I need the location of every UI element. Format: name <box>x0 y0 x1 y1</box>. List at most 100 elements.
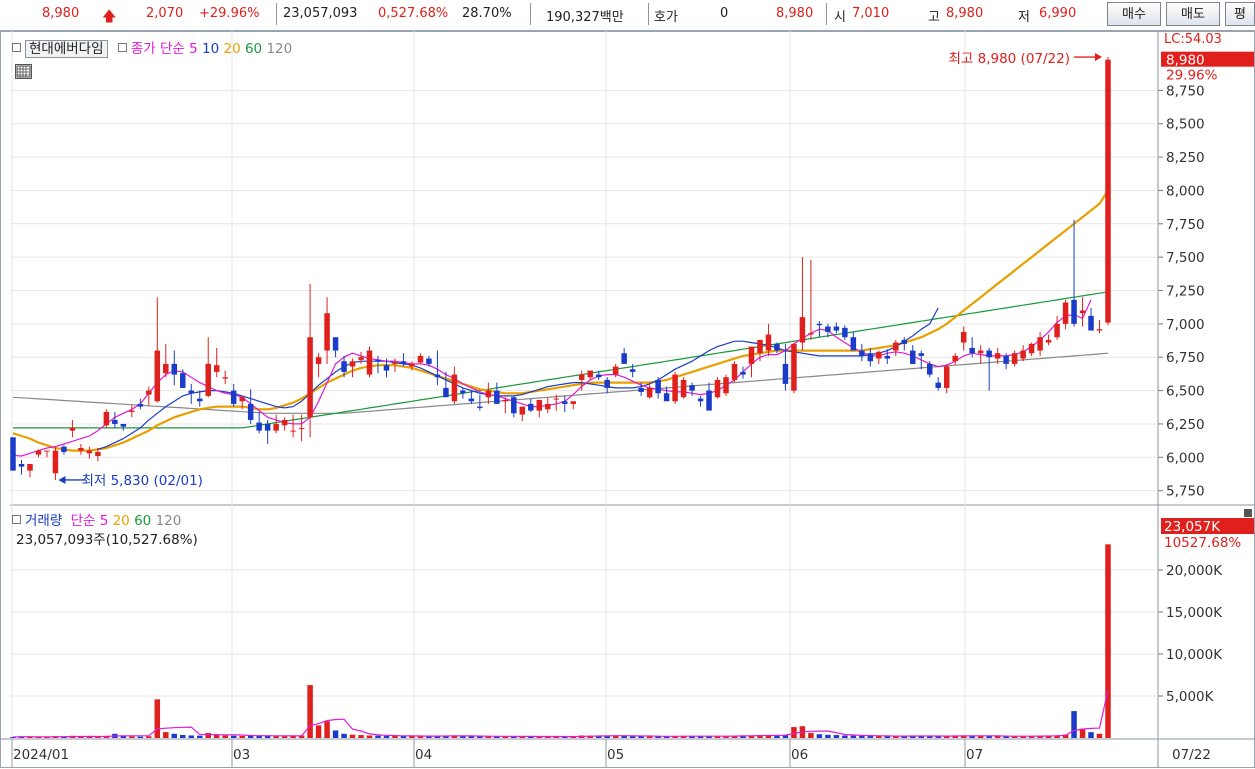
candle-body <box>629 369 636 372</box>
volume-bar <box>816 734 823 738</box>
hoga-value: 0 <box>720 6 729 21</box>
candle-body <box>986 350 992 358</box>
volume-bar <box>332 730 339 738</box>
ma-20: 20 <box>223 41 241 57</box>
volume-bar <box>188 735 195 738</box>
volume-bar <box>196 735 203 738</box>
ma-5: 5 <box>189 41 198 57</box>
price-tick-label: 7,500 <box>1166 250 1205 266</box>
price-tick-label: 7,250 <box>1166 284 1205 300</box>
candle-body <box>774 343 780 351</box>
candle-body <box>791 343 797 391</box>
volume-tick-label: 20,000K <box>1166 563 1223 579</box>
vma-5: 5 <box>99 513 109 529</box>
candle-body <box>69 427 76 431</box>
volume-tick-label: 5,000K <box>1166 689 1215 705</box>
candle-body <box>61 446 67 452</box>
candle-body <box>1020 350 1026 359</box>
candle-body <box>994 353 1001 359</box>
date-label: 03 <box>233 747 250 763</box>
volume-bar <box>1071 711 1077 738</box>
candle-body <box>757 339 763 354</box>
candle-body <box>196 398 203 402</box>
candle-body <box>468 398 475 402</box>
low-price: 6,990 <box>1039 6 1077 21</box>
candle-body <box>247 403 254 420</box>
symbol-name[interactable]: 현대에버다임 <box>25 40 108 58</box>
volume-bar <box>808 732 814 738</box>
buy-button[interactable]: 매수 <box>1107 2 1161 26</box>
volume-bar <box>205 732 211 738</box>
candle-body <box>1003 355 1009 364</box>
candle-body <box>112 419 118 424</box>
stock-chart: 5,750 6,000 6,250 6,500 6,750 7,000 7,250 7,500… <box>0 31 1255 768</box>
candle-body <box>748 346 755 364</box>
candle-body <box>528 403 534 411</box>
candle-body <box>918 353 925 356</box>
price-tick-label: 6,750 <box>1166 350 1205 366</box>
candle-body <box>1028 343 1035 354</box>
candle-body <box>460 390 466 394</box>
candle-body <box>477 406 483 408</box>
candle-body <box>86 450 93 454</box>
candle-body <box>621 353 627 364</box>
candle-body <box>876 351 882 359</box>
min-annotation: 최저 5,830 (02/01) <box>81 473 203 489</box>
price-change: 2,070 <box>146 6 184 21</box>
candle-body <box>536 399 543 411</box>
max-arrow-icon <box>1095 53 1102 62</box>
candle-body <box>44 450 50 452</box>
price-tick-label: 7,000 <box>1166 317 1205 333</box>
candle-body <box>10 437 16 471</box>
last-volume-tag: 23,057K <box>1164 519 1221 535</box>
candle-body <box>833 326 840 331</box>
candle-body <box>358 357 364 360</box>
candle-body <box>27 463 33 471</box>
high-price: 8,980 <box>946 6 984 21</box>
volume-label: 거래량 <box>25 513 63 529</box>
volume-ratio: 0,527.68% <box>378 6 449 21</box>
candle-body <box>443 387 449 398</box>
candle-body <box>494 390 500 404</box>
legend-box-icon <box>117 43 127 52</box>
hoga-price: 8,980 <box>776 6 814 21</box>
lc-indicator: LC:54.03 <box>1164 32 1222 47</box>
ma-10: 10 <box>202 41 220 57</box>
candle-body <box>163 363 169 374</box>
candle-body <box>578 374 585 380</box>
candle-body <box>95 451 101 456</box>
volume-value: 23,057,093 <box>283 6 358 21</box>
candle-body <box>205 363 211 396</box>
candle-body <box>969 347 975 354</box>
candle-body <box>850 337 857 351</box>
volume-bar <box>163 732 169 738</box>
volume-ma-5 <box>12 689 1109 738</box>
price-ma-label: 종가 단순 <box>130 41 185 57</box>
date-label: 05 <box>607 747 624 763</box>
price-tick-label: 6,250 <box>1166 417 1205 433</box>
candle-body <box>1105 59 1111 323</box>
candle-body <box>1071 299 1077 324</box>
extra-button[interactable]: 평 <box>1225 2 1255 26</box>
turnover-rate: 28.70% <box>462 6 512 21</box>
ma-line-20 <box>12 189 1109 452</box>
candle-body <box>366 350 373 375</box>
candle-body <box>714 379 721 398</box>
volume-bar <box>468 736 475 738</box>
open-price: 7,010 <box>852 6 890 21</box>
price-change-pct: +29.96% <box>199 6 260 21</box>
volume-bar <box>859 735 865 738</box>
candle-body <box>434 374 441 378</box>
volume-bar <box>239 735 245 738</box>
grid-toggle-icon[interactable] <box>15 64 32 79</box>
candle-body <box>960 331 967 343</box>
candle-body <box>146 390 152 395</box>
candle-body <box>740 371 746 375</box>
candle-body <box>264 423 271 431</box>
candle-body <box>52 450 59 474</box>
candle-body <box>680 379 687 398</box>
candle-body <box>545 403 551 410</box>
sell-button[interactable]: 매도 <box>1166 2 1220 26</box>
candle-body <box>375 359 381 362</box>
candle-body <box>281 419 288 426</box>
